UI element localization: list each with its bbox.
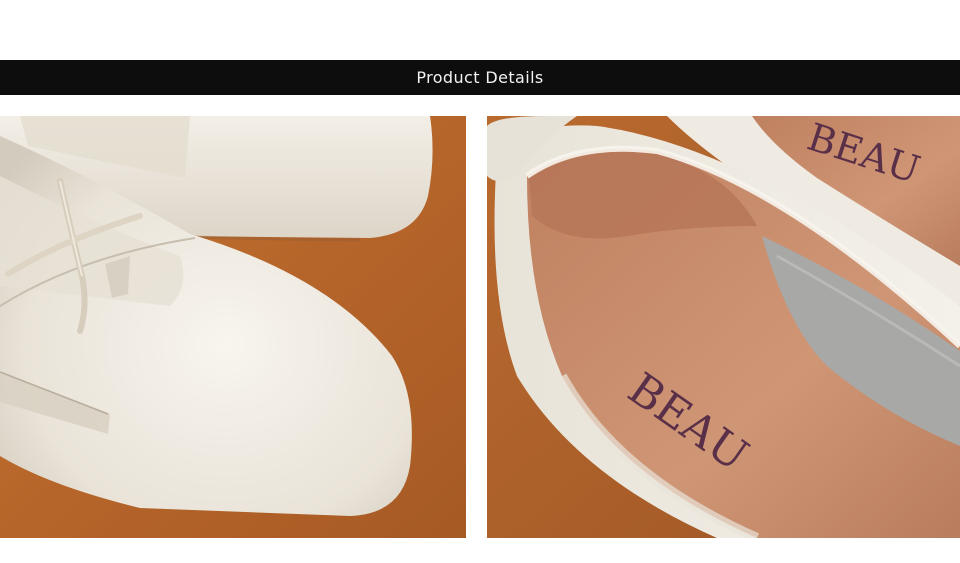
product-photo-toe-closeup xyxy=(0,116,466,538)
product-photo-insole-closeup: BEAU BEAU xyxy=(487,116,960,538)
insole-closeup-illustration: BEAU BEAU xyxy=(487,116,960,538)
toe-closeup-illustration xyxy=(0,116,466,538)
section-header-bar: Product Details xyxy=(0,60,960,95)
product-details-page: Product Details BEAU BEAU xyxy=(0,0,960,563)
section-title: Product Details xyxy=(416,68,544,87)
